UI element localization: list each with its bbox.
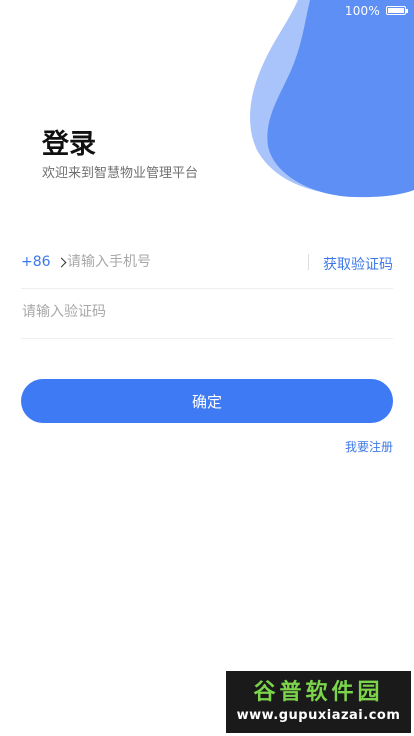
phone-input[interactable] [67,252,292,272]
battery-icon [386,6,408,15]
register-link[interactable]: 我要注册 [345,438,393,455]
divider [308,254,309,270]
decorative-blob [250,0,414,198]
verification-code-input[interactable] [22,302,322,322]
phone-row: +86 获取验证码 [21,238,393,289]
watermark: 谷普软件园 www.gupuxiazai.com [226,671,411,733]
watermark-url: www.gupuxiazai.com [236,708,401,723]
country-code-selector[interactable]: +86 [21,254,66,270]
country-code-label: +86 [21,254,51,270]
get-verification-code-button[interactable]: 获取验证码 [323,254,393,274]
page-subtitle: 欢迎来到智慧物业管理平台 [42,166,199,181]
code-row [21,288,393,339]
watermark-title: 谷普软件园 [253,680,384,705]
page-title: 登录 [42,129,96,160]
chevron-right-icon [56,257,66,267]
confirm-button[interactable]: 确定 [21,379,393,423]
battery-percentage: 100% [344,4,380,18]
